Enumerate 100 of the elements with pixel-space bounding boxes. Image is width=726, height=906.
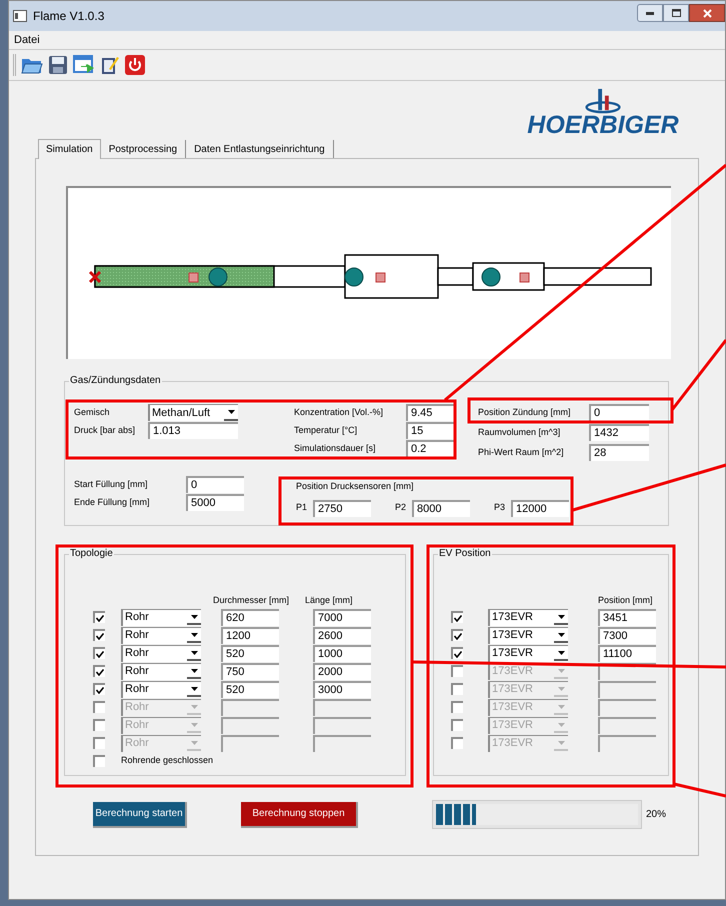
checkbox[interactable] [451, 611, 463, 623]
field-label: Start Füllung [mm] [74, 478, 149, 491]
close-button[interactable] [689, 4, 725, 22]
checkmark-icon [96, 614, 104, 622]
caret-icon [190, 632, 198, 636]
dropdown[interactable]: 173EVR [488, 626, 568, 644]
checkbox[interactable] [451, 737, 463, 749]
dropdown[interactable]: Rohr [121, 644, 201, 662]
input-field[interactable]: 520 [221, 644, 279, 662]
field-label: Durchmesser [mm] [213, 594, 290, 607]
input-field[interactable]: 12000 [511, 500, 569, 516]
input-field[interactable] [598, 680, 656, 698]
checkbox[interactable] [451, 647, 463, 659]
input-field[interactable] [313, 716, 371, 734]
input-field[interactable]: 1432 [589, 424, 649, 441]
input-field[interactable]: 7000 [313, 608, 371, 626]
field-label: Position [mm] [598, 594, 653, 607]
input-field[interactable]: 750 [221, 662, 279, 680]
checkbox[interactable] [451, 719, 463, 731]
input-field[interactable]: 0 [589, 404, 649, 421]
checkbox[interactable] [93, 737, 105, 749]
action-button[interactable]: Berechnung stoppen [241, 802, 358, 828]
checkbox[interactable] [93, 629, 105, 641]
caret-icon [190, 686, 198, 690]
input-field[interactable] [221, 698, 279, 716]
input-field[interactable]: 620 [221, 608, 279, 626]
field-label: Gemisch [74, 406, 111, 419]
edit-note-icon[interactable] [100, 55, 120, 75]
checkbox[interactable] [93, 701, 105, 713]
menu-item[interactable]: Datei [13, 32, 41, 48]
field-label: Position Zündung [mm] [478, 406, 572, 419]
checkbox[interactable] [451, 665, 463, 677]
input-field[interactable] [313, 698, 371, 716]
caret-icon [228, 410, 234, 414]
input-field[interactable]: 15 [406, 422, 456, 439]
input-field[interactable] [598, 716, 656, 734]
input-field[interactable]: 0.2 [406, 440, 456, 457]
field-label: P1 [296, 501, 308, 514]
input-field[interactable]: 1.013 [148, 422, 238, 439]
input-field[interactable]: 2750 [313, 500, 371, 516]
field-label: Konzentration [Vol.-%] [294, 406, 384, 419]
tab[interactable]: Simulation [38, 139, 101, 159]
power-icon[interactable] [125, 55, 145, 75]
dropdown[interactable]: Rohr [121, 680, 201, 698]
input-field[interactable] [221, 716, 279, 734]
app-icon [13, 10, 27, 22]
maximize-icon [672, 9, 680, 17]
input-field[interactable]: 8000 [412, 500, 470, 516]
dropdown[interactable]: 173EVR [488, 608, 568, 626]
dropdown[interactable]: Rohr [121, 662, 201, 680]
checkmark-icon [454, 632, 462, 640]
checkbox[interactable] [451, 683, 463, 695]
minimize-icon [646, 12, 654, 14]
caret-icon [558, 722, 564, 726]
checkbox[interactable] [451, 629, 463, 641]
caret-icon [558, 614, 564, 618]
checkmark-icon [96, 632, 104, 640]
dropdown[interactable]: Rohr [121, 626, 201, 644]
window-title: Flame V1.0.3 [33, 8, 104, 25]
checkmark-icon [96, 650, 104, 658]
caret-icon [558, 704, 564, 708]
close-icon [702, 8, 712, 18]
input-field[interactable]: 3451 [598, 608, 656, 626]
checkbox[interactable] [93, 611, 105, 623]
checkbox[interactable] [93, 683, 105, 695]
caret-icon [190, 668, 198, 672]
input-field[interactable]: 520 [221, 680, 279, 698]
tab[interactable]: Postprocessing [100, 140, 186, 158]
dropdown[interactable]: 173EVR [488, 644, 568, 662]
input-field[interactable]: 2000 [313, 662, 371, 680]
checkmark-icon [454, 614, 462, 622]
export-image-icon[interactable] [73, 55, 95, 75]
checkmark-icon [96, 686, 104, 694]
caret-icon [558, 668, 564, 672]
input-field[interactable]: 11100 [598, 644, 656, 662]
input-field[interactable]: 9.45 [406, 404, 456, 421]
input-field[interactable]: 28 [589, 444, 649, 461]
checkbox[interactable] [451, 701, 463, 713]
input-field[interactable]: 3000 [313, 680, 371, 698]
input-field[interactable]: 0 [186, 476, 244, 493]
field-label: Länge [mm] [305, 594, 353, 607]
maximize-button[interactable] [663, 4, 689, 22]
input-field[interactable]: 1000 [313, 644, 371, 662]
caret-icon [558, 740, 564, 744]
input-field[interactable]: 1200 [221, 626, 279, 644]
input-field[interactable]: 5000 [186, 494, 244, 511]
input-field[interactable] [598, 698, 656, 716]
minimize-button[interactable] [637, 4, 663, 22]
input-field[interactable]: 2600 [313, 626, 371, 644]
checkbox[interactable] [93, 719, 105, 731]
field-label: Druck [bar abs] [74, 424, 136, 437]
dropdown[interactable]: Rohr [121, 608, 201, 626]
checkbox[interactable] [93, 647, 105, 659]
action-button[interactable]: Berechnung starten [93, 802, 187, 828]
dropdown[interactable]: Methan/Luft [148, 404, 238, 421]
checkbox[interactable] [93, 755, 105, 767]
input-field[interactable]: 7300 [598, 626, 656, 644]
checkbox[interactable] [93, 665, 105, 677]
save-icon[interactable] [48, 55, 68, 75]
caret-icon [558, 650, 564, 654]
